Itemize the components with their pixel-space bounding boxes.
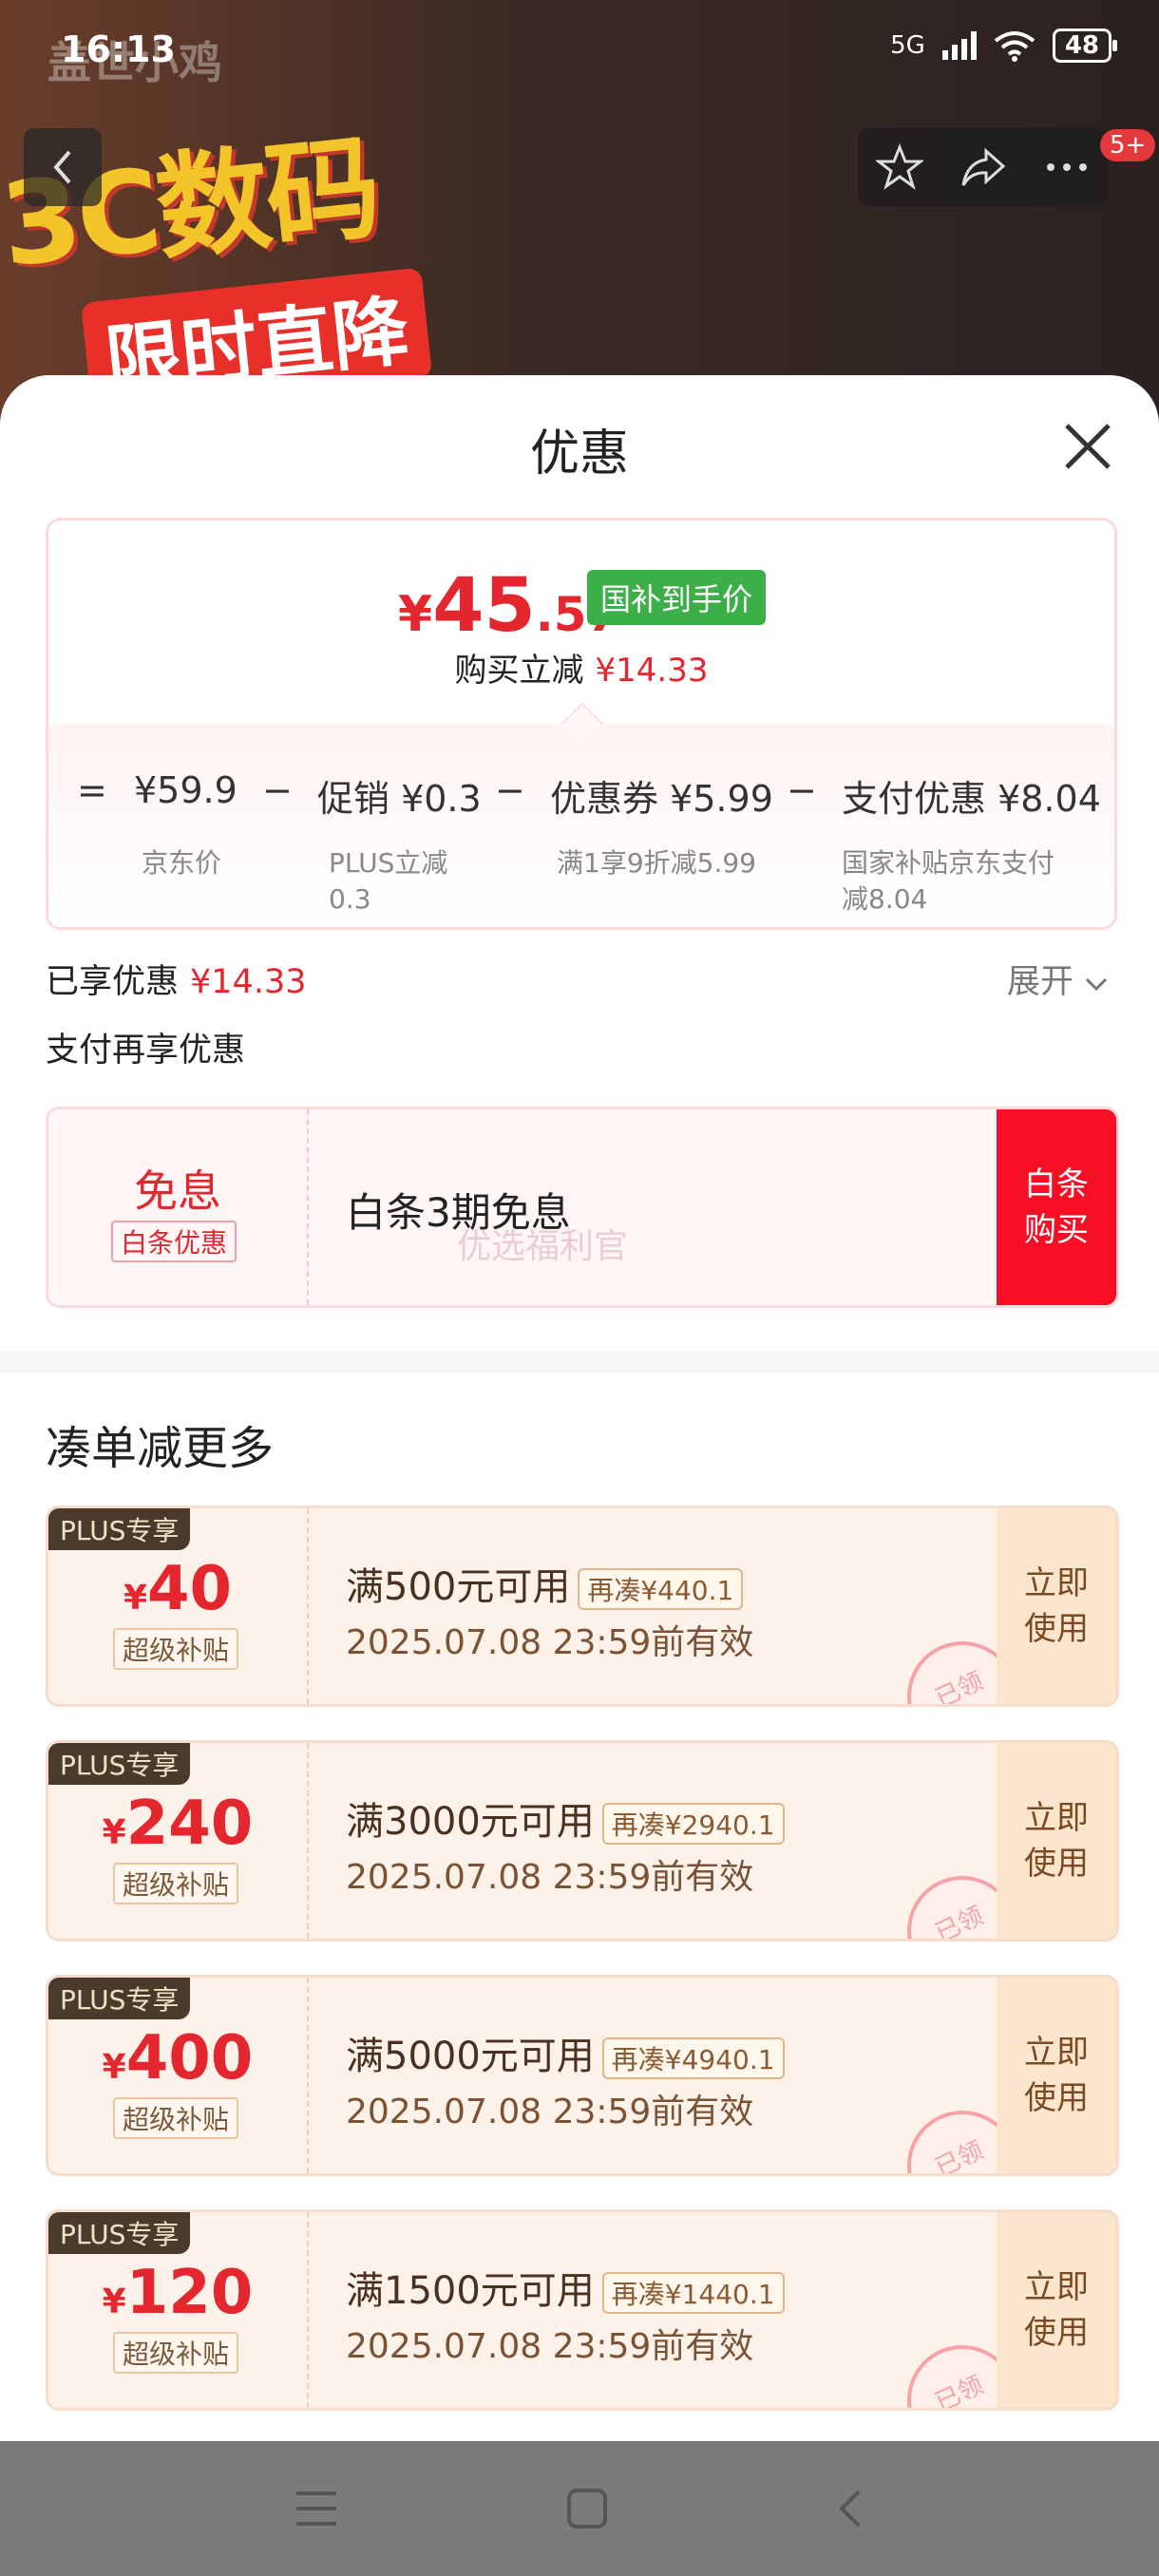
purchase-reduction: 购买立减 ¥14.33 xyxy=(454,652,709,690)
coupon-card[interactable]: PLUS专享 ¥240 超级补贴 满3000元可用 再凑¥2940.1 2025.… xyxy=(46,1740,1119,1941)
status-time: 16:13 xyxy=(61,28,176,70)
wifi-icon xyxy=(994,31,1036,62)
signal-icon xyxy=(941,31,977,60)
more-icon[interactable] xyxy=(1043,158,1091,177)
jd-price-label: 京东价 xyxy=(142,847,222,879)
chevron-down-icon xyxy=(1086,977,1108,992)
system-nav-bar xyxy=(0,2441,1159,2576)
coupon-gap-pill: 再凑¥440.1 xyxy=(578,1568,744,1610)
close-icon[interactable] xyxy=(1059,418,1116,475)
calc-pay: 支付优惠 ¥8.04 xyxy=(842,778,1101,820)
network-label: 5G xyxy=(890,31,925,60)
coupon-date: 2025.07.08 23:59前有效 xyxy=(346,2093,754,2131)
use-now-button[interactable]: 立即 使用 xyxy=(997,1743,1116,1939)
pay-more-label: 支付再享优惠 xyxy=(46,1032,246,1070)
baitiao-watermark: 优选福利官 xyxy=(457,1227,629,1266)
calc-minus: − xyxy=(495,769,525,811)
share-icon[interactable] xyxy=(960,143,1007,191)
section-divider xyxy=(0,1352,1159,1373)
calc-equals: = xyxy=(77,769,107,811)
plus-tag: PLUS专享 xyxy=(48,1508,191,1550)
promo-desc: PLUS立减 0.3 xyxy=(329,847,448,915)
coupon-card[interactable]: PLUS专享 ¥40 超级补贴 满500元可用 再凑¥440.1 2025.07.… xyxy=(46,1506,1119,1707)
back-button[interactable] xyxy=(24,128,102,206)
coupon-date: 2025.07.08 23:59前有效 xyxy=(346,2327,754,2366)
coupon-subsidy-tag: 超级补贴 xyxy=(113,2332,239,2374)
coupon-amount: ¥120 xyxy=(102,2258,254,2328)
coupon-date: 2025.07.08 23:59前有效 xyxy=(346,1858,754,1897)
plus-tag: PLUS专享 xyxy=(48,1743,191,1785)
coupon-gap-pill: 再凑¥2940.1 xyxy=(601,1803,785,1845)
coupon-amount: ¥400 xyxy=(102,2023,254,2093)
coupon-subsidy-tag: 超级补贴 xyxy=(113,1628,239,1670)
coupon-gap-pill: 再凑¥1440.1 xyxy=(601,2272,785,2314)
sheet-title: 优惠 xyxy=(529,426,629,483)
discount-sheet: 优惠 ¥45.57 国补到手价 购买立减 ¥14.33 = ¥59.9 − 促销 … xyxy=(0,375,1159,2441)
calc-minus: − xyxy=(262,769,293,811)
expand-toggle[interactable]: 展开 xyxy=(1007,955,1109,1003)
coupon-card[interactable]: PLUS专享 ¥400 超级补贴 满5000元可用 再凑¥4940.1 2025.… xyxy=(46,1975,1119,2176)
section-title: 凑单减更多 xyxy=(46,1422,275,1475)
battery-indicator: 48 xyxy=(1052,28,1118,63)
back-icon xyxy=(53,150,71,184)
enjoyed-discount: 已享优惠 ¥14.33 xyxy=(46,963,307,1001)
calc-minus: − xyxy=(787,769,817,811)
plus-tag: PLUS专享 xyxy=(48,2212,191,2254)
calc-coupon: 优惠券 ¥5.99 xyxy=(550,778,773,820)
use-now-button[interactable]: 立即 使用 xyxy=(997,1508,1116,1704)
coupon-gap-pill: 再凑¥4940.1 xyxy=(601,2037,785,2079)
coupon-subsidy-tag: 超级补贴 xyxy=(113,2097,239,2139)
baitiao-buy-button[interactable]: 白条 购买 xyxy=(997,1109,1116,1305)
coupon-subsidy-tag: 超级补贴 xyxy=(113,1863,239,1904)
coupon-date: 2025.07.08 23:59前有效 xyxy=(346,1623,754,1662)
star-icon[interactable] xyxy=(876,143,923,191)
baitiao-main: 免息 xyxy=(134,1165,221,1217)
use-now-button[interactable]: 立即 使用 xyxy=(997,1978,1116,2173)
plus-tag: PLUS专享 xyxy=(48,1978,191,2019)
baitiao-tag: 白条优惠 xyxy=(111,1221,238,1262)
menu-icon[interactable] xyxy=(294,2490,338,2528)
coupon-amount: ¥40 xyxy=(123,1554,233,1624)
coupon-condition: 满500元可用 再凑¥440.1 xyxy=(346,1556,744,1611)
coupon-amount: ¥240 xyxy=(102,1789,254,1859)
notification-badge: 5+ xyxy=(1100,129,1156,161)
calc-jd-price: ¥59.9 xyxy=(134,769,238,811)
top-action-bar xyxy=(858,128,1109,206)
calc-promo: 促销 ¥0.3 xyxy=(317,778,482,820)
subsidy-price-tag: 国补到手价 xyxy=(587,570,767,625)
status-icons: 5G 48 xyxy=(890,28,1118,63)
home-icon[interactable] xyxy=(566,2488,608,2529)
coupon-card[interactable]: PLUS专享 ¥120 超级补贴 满1500元可用 再凑¥1440.1 2025.… xyxy=(46,2209,1119,2411)
coupon-condition: 满5000元可用 再凑¥4940.1 xyxy=(346,2025,785,2080)
price-summary: ¥45.57 国补到手价 购买立减 ¥14.33 = ¥59.9 − 促销 ¥0.… xyxy=(46,518,1117,930)
baitiao-card[interactable]: 免息 白条优惠 白条3期免息 优选福利官 白条 购买 xyxy=(46,1107,1119,1308)
nav-back-icon[interactable] xyxy=(836,2488,864,2529)
coupon-condition: 满3000元可用 再凑¥2940.1 xyxy=(346,1790,785,1846)
coupon-desc: 满1享9折减5.99 xyxy=(557,847,756,879)
use-now-button[interactable]: 立即 使用 xyxy=(997,2212,1116,2408)
pay-desc: 国家补贴京东支付 减8.04 xyxy=(842,847,1055,915)
coupon-condition: 满1500元可用 再凑¥1440.1 xyxy=(346,2260,785,2315)
